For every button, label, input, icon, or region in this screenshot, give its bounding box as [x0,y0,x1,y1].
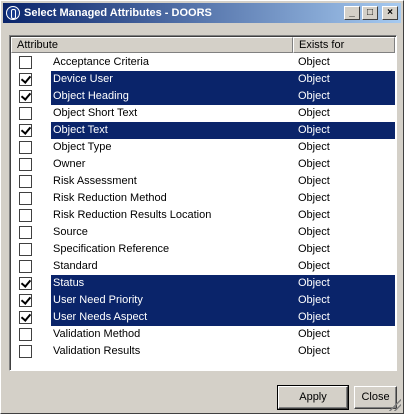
attribute-checkbox[interactable] [19,56,32,69]
exists-for-value: Object [295,309,395,326]
exists-for-value: Object [298,345,330,357]
list-item[interactable]: Risk Reduction Results Location Object [11,207,395,224]
list-item[interactable]: Acceptance Criteria Object [11,54,395,71]
list-item[interactable]: Object Heading Object [11,88,395,105]
attribute-checkbox[interactable] [19,107,32,120]
list-rows: Acceptance Criteria Object Device User Obje… [11,54,395,360]
exists-for-value: Object [298,192,330,204]
dialog-window: Select Managed Attributes - DOORS _ □ × … [0,0,404,414]
attribute-name: Object Text [51,122,295,139]
list-item[interactable]: Validation Method Object [11,326,395,343]
exists-for-value: Object [295,122,395,139]
list-item[interactable]: Status Object [11,275,395,292]
apply-button[interactable]: Apply [277,385,349,410]
list-item[interactable]: Object Text Object [11,122,395,139]
attribute-checkbox[interactable] [19,209,32,222]
attribute-checkbox[interactable] [19,141,32,154]
list-item[interactable]: Standard Object [11,258,395,275]
exists-for-value: Object [295,88,395,105]
doors-app-icon [6,6,20,20]
attribute-list[interactable]: Attribute Exists for Acceptance Criteria… [9,35,397,371]
attribute-name: Validation Method [53,328,141,340]
attribute-checkbox[interactable] [19,277,32,290]
attribute-checkbox[interactable] [19,90,32,103]
attribute-name: User Need Priority [51,292,295,309]
attribute-checkbox[interactable] [19,226,32,239]
attribute-name: Validation Results [53,345,141,357]
window-title: Select Managed Attributes - DOORS [24,7,212,19]
exists-for-value: Object [298,175,330,187]
attribute-name: Specification Reference [53,243,170,255]
attribute-name: Object Type [53,141,112,153]
maximize-button[interactable]: □ [362,6,378,20]
attribute-checkbox[interactable] [19,260,32,273]
list-item[interactable]: Device User Object [11,71,395,88]
list-item[interactable]: Specification Reference Object [11,241,395,258]
close-window-button[interactable]: × [382,6,398,20]
exists-for-value: Object [295,275,395,292]
list-item[interactable]: Risk Reduction Method Object [11,190,395,207]
attribute-name: Object Short Text [53,107,138,119]
exists-for-value: Object [298,141,330,153]
list-item[interactable]: User Need Priority Object [11,292,395,309]
attribute-checkbox[interactable] [19,328,32,341]
attribute-name: Risk Reduction Results Location [53,209,212,221]
exists-for-value: Object [298,243,330,255]
minimize-button[interactable]: _ [344,6,360,20]
attribute-name: Source [53,226,88,238]
attribute-checkbox[interactable] [19,345,32,358]
attribute-checkbox[interactable] [19,243,32,256]
attribute-name: Acceptance Criteria [53,56,149,68]
exists-for-value: Object [298,260,330,272]
list-item[interactable]: User Needs Aspect Object [11,309,395,326]
list-item[interactable]: Object Type Object [11,139,395,156]
exists-for-value: Object [295,292,395,309]
exists-for-value: Object [298,226,330,238]
column-header-exists-for[interactable]: Exists for [293,37,395,53]
exists-for-value: Object [298,56,330,68]
attribute-name: Risk Assessment [53,175,137,187]
exists-for-value: Object [298,328,330,340]
exists-for-value: Object [298,158,330,170]
list-item[interactable]: Risk Assessment Object [11,173,395,190]
resize-grip[interactable] [389,399,401,411]
attribute-name: Risk Reduction Method [53,192,167,204]
attribute-name: Owner [53,158,86,170]
list-item[interactable]: Owner Object [11,156,395,173]
attribute-checkbox[interactable] [19,124,32,137]
attribute-name: Object Heading [51,88,295,105]
attribute-name: Standard [53,260,98,272]
exists-for-value: Object [298,209,330,221]
column-header-attribute[interactable]: Attribute [11,37,293,53]
list-item[interactable]: Source Object [11,224,395,241]
attribute-checkbox[interactable] [19,192,32,205]
list-item[interactable]: Object Short Text Object [11,105,395,122]
attribute-checkbox[interactable] [19,311,32,324]
exists-for-value: Object [295,71,395,88]
attribute-checkbox[interactable] [19,158,32,171]
list-header: Attribute Exists for [11,37,395,53]
attribute-checkbox[interactable] [19,175,32,188]
list-item[interactable]: Validation Results Object [11,343,395,360]
title-bar[interactable]: Select Managed Attributes - DOORS _ □ × [3,3,401,23]
attribute-name: User Needs Aspect [51,309,295,326]
attribute-name: Status [51,275,295,292]
exists-for-value: Object [298,107,330,119]
attribute-checkbox[interactable] [19,294,32,307]
attribute-name: Device User [51,71,295,88]
attribute-checkbox[interactable] [19,73,32,86]
